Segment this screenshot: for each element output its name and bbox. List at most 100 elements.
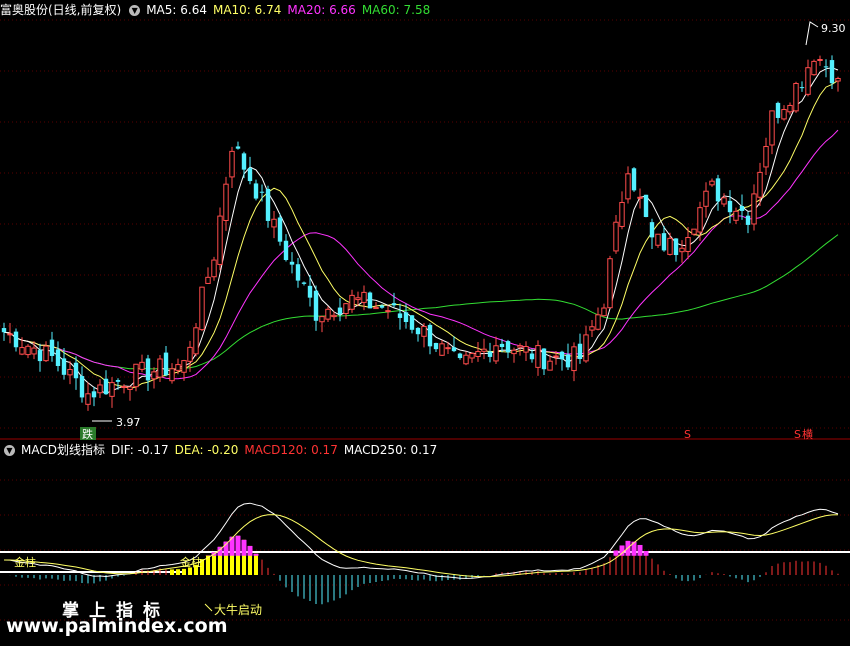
- candle-body: [79, 376, 85, 398]
- candle-body: [361, 291, 367, 303]
- candle-body: [637, 196, 643, 199]
- s-label: S: [794, 428, 801, 441]
- high-price-label: 9.30: [821, 22, 846, 35]
- candle-body: [673, 238, 679, 256]
- candle-body: [127, 386, 133, 390]
- annotation-labels: 9.303.97跌 S S 横金柱 金柱大牛启动: [14, 21, 846, 617]
- candle-body: [319, 316, 325, 323]
- chart-canvas: 9.303.97跌 S S 横金柱 金柱大牛启动: [0, 19, 850, 621]
- high-marker: [805, 21, 819, 46]
- candle-body: [811, 60, 817, 76]
- candle-body: [553, 355, 559, 358]
- candle-body: [391, 303, 397, 306]
- macd-highlight-bar: [235, 535, 241, 556]
- candle-body: [523, 346, 529, 353]
- ma5-line: [3, 67, 839, 395]
- candle-body: [721, 197, 727, 205]
- gear-icon[interactable]: ▼: [4, 445, 15, 456]
- candle-body: [19, 347, 25, 355]
- candle-body: [13, 331, 19, 348]
- macd-highlight-bar: [253, 553, 259, 556]
- candle-body: [181, 360, 187, 373]
- candle-body: [793, 82, 799, 112]
- candle-body: [727, 200, 733, 213]
- ma60-readout: MA60: 7.58: [361, 3, 431, 17]
- candle-body: [349, 294, 355, 310]
- price-header: 富奥股份(日线,前复权) ▼ MA5: 6.64 MA10: 6.74 MA20: 6.…: [0, 1, 436, 19]
- ma20-line: [3, 129, 839, 380]
- candle-body: [799, 87, 805, 89]
- golden-cross-label: 金柱: [14, 555, 36, 569]
- ma60-line: [3, 234, 839, 370]
- hui-label: 横: [802, 427, 813, 441]
- candle-body: [355, 297, 361, 301]
- candle-body: [55, 349, 61, 366]
- candle-body: [583, 334, 589, 362]
- macd-highlight-bar: [247, 545, 253, 556]
- candle-body: [613, 221, 619, 252]
- candle-body: [265, 188, 271, 221]
- candle-body: [115, 380, 121, 382]
- dea-line: [4, 514, 839, 578]
- candle-body: [445, 347, 451, 350]
- stock-title[interactable]: 富奥股份(日线,前复权): [0, 3, 121, 17]
- candle-body: [61, 358, 67, 375]
- candle-body: [535, 345, 541, 368]
- ma20-readout: MA20: 6.66: [287, 3, 356, 17]
- candle-body: [295, 264, 301, 281]
- candle-body: [1, 328, 7, 333]
- candle-body: [151, 371, 157, 380]
- candle-body: [451, 347, 457, 352]
- candle-body: [223, 183, 229, 221]
- ma5-readout: MA5: 6.64: [146, 3, 207, 17]
- candle-body: [499, 343, 505, 348]
- candle-body: [103, 378, 109, 395]
- candle-body: [247, 168, 253, 182]
- candle-body: [529, 353, 535, 360]
- die-label: 跌: [82, 427, 93, 441]
- candle-body: [301, 282, 307, 284]
- candle-body: [763, 146, 769, 168]
- candles: [1, 55, 841, 411]
- candle-body: [139, 361, 145, 370]
- grid-lines: [0, 19, 850, 621]
- candle-body: [109, 382, 115, 397]
- candle-body: [601, 307, 607, 317]
- gear-icon[interactable]: ▼: [129, 5, 141, 16]
- candle-body: [7, 333, 13, 336]
- golden-cross-label: 金柱: [180, 555, 202, 569]
- candle-body: [739, 206, 745, 211]
- candle-body: [631, 168, 637, 191]
- candle-body: [169, 368, 175, 382]
- candle-body: [193, 327, 199, 355]
- candle-body: [415, 327, 421, 335]
- candle-body: [31, 347, 37, 355]
- s-label: S: [684, 428, 691, 441]
- candle-body: [439, 343, 445, 356]
- candle-body: [25, 345, 31, 356]
- candle-body: [427, 324, 433, 347]
- candle-body: [751, 193, 757, 225]
- candle-body: [421, 325, 427, 337]
- candle-body: [337, 307, 343, 315]
- ma60-line: [3, 234, 839, 370]
- candle-body: [571, 346, 577, 372]
- ma20-line: [3, 129, 839, 380]
- candle-body: [619, 201, 625, 227]
- candle-body: [157, 358, 163, 378]
- macd-title[interactable]: MACD划线指标: [21, 443, 105, 457]
- candle-body: [409, 315, 415, 330]
- candle-body: [313, 290, 319, 321]
- candle-body: [835, 78, 841, 82]
- candle-body: [463, 354, 469, 365]
- candle-body: [661, 233, 667, 251]
- candle-body: [457, 353, 463, 359]
- dif-readout: DIF: -0.17: [110, 443, 169, 457]
- candle-body: [595, 314, 601, 330]
- candle-body: [403, 312, 409, 323]
- candle-body: [367, 292, 373, 309]
- candle-body: [331, 314, 337, 318]
- candle-body: [505, 341, 511, 353]
- candle-body: [97, 384, 103, 394]
- macd120-readout: MACD120: 0.17: [244, 443, 338, 457]
